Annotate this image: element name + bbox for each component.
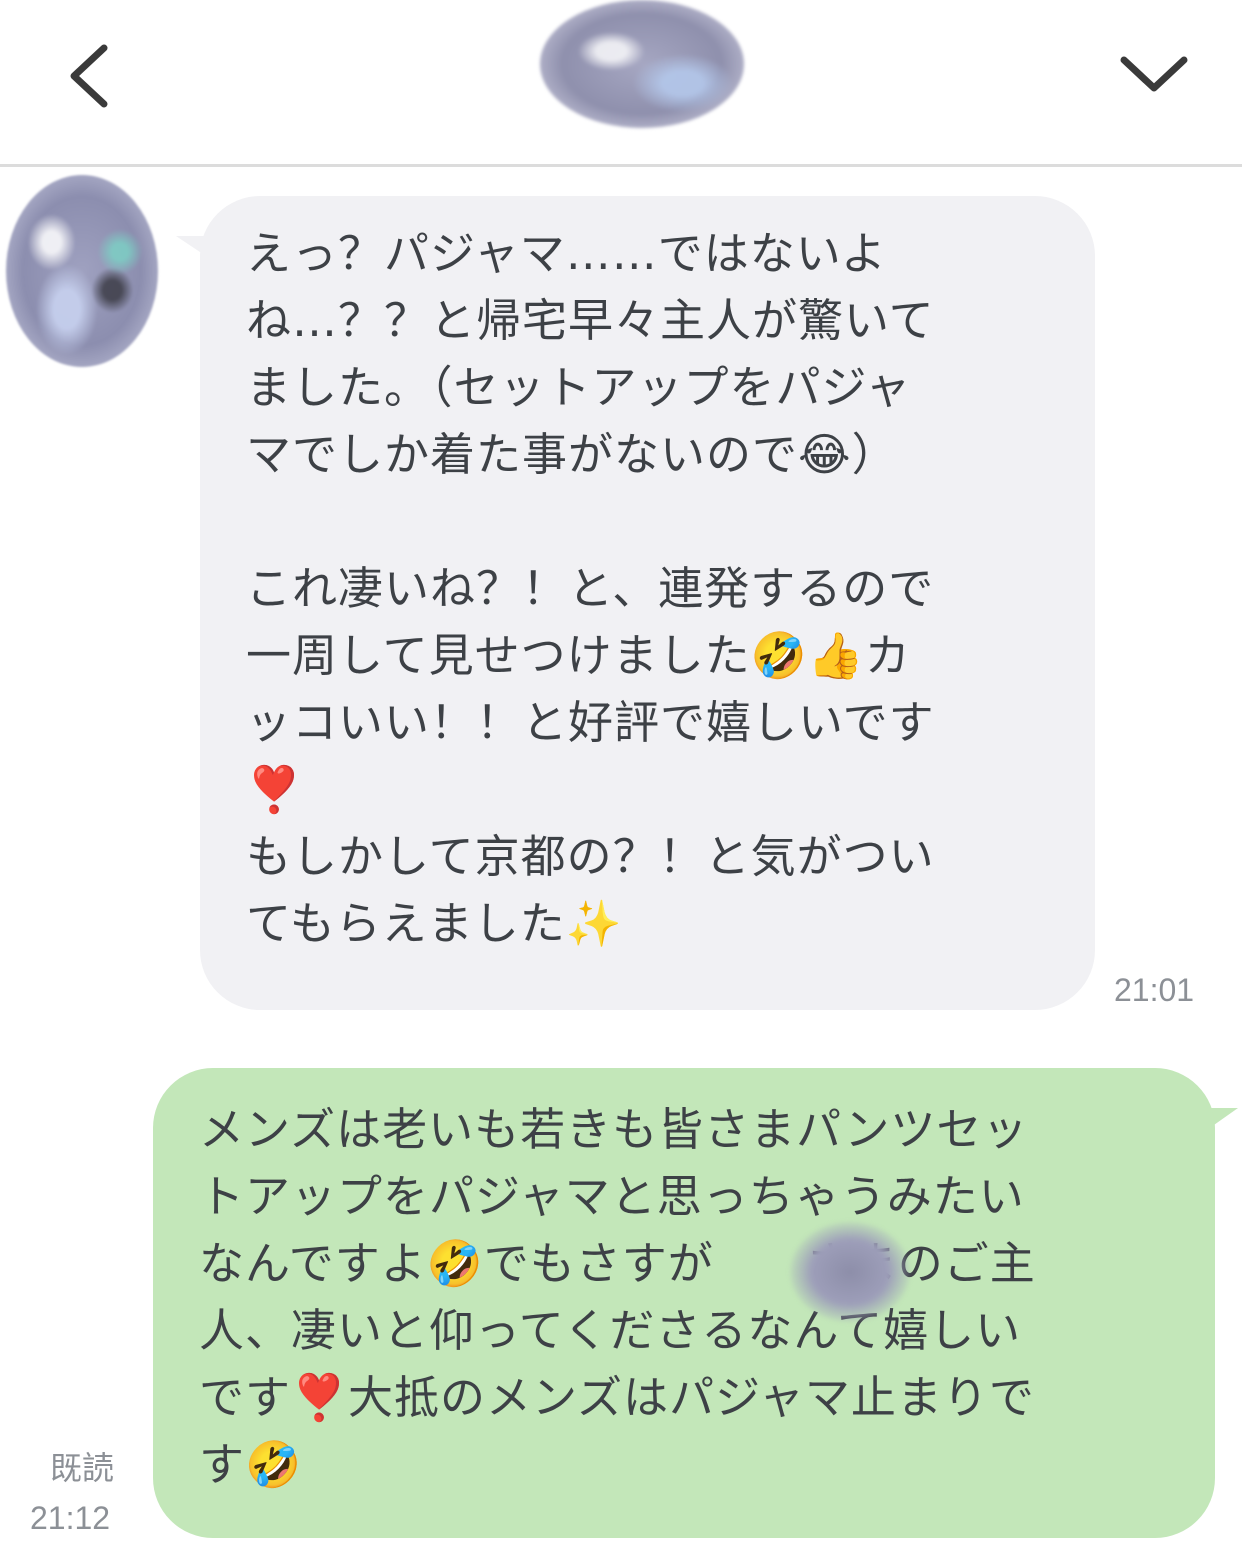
read-receipt: 既読	[50, 1450, 115, 1486]
message-timestamp: 21:12	[30, 1500, 111, 1536]
outgoing-message-bubble[interactable]: メンズは老いも若きも皆さまパンツセッ トアップをパジャマと思っちゃうみたい なん…	[153, 1068, 1215, 1538]
chat-partner-avatar[interactable]	[540, 0, 744, 128]
back-button[interactable]	[58, 36, 128, 116]
menu-dropdown-button[interactable]	[1112, 40, 1196, 110]
redacted-name-blur	[790, 1222, 910, 1322]
chevron-down-icon	[1120, 56, 1188, 92]
sender-avatar[interactable]	[6, 175, 158, 367]
chat-header	[0, 0, 1242, 167]
chevron-left-icon	[70, 44, 108, 108]
message-timestamp: 21:01	[1114, 972, 1195, 1008]
incoming-message-bubble[interactable]: えっ？パジャマ……ではないよ ね…？？と帰宅早々主人が驚いて ました。（セットア…	[200, 196, 1095, 1010]
